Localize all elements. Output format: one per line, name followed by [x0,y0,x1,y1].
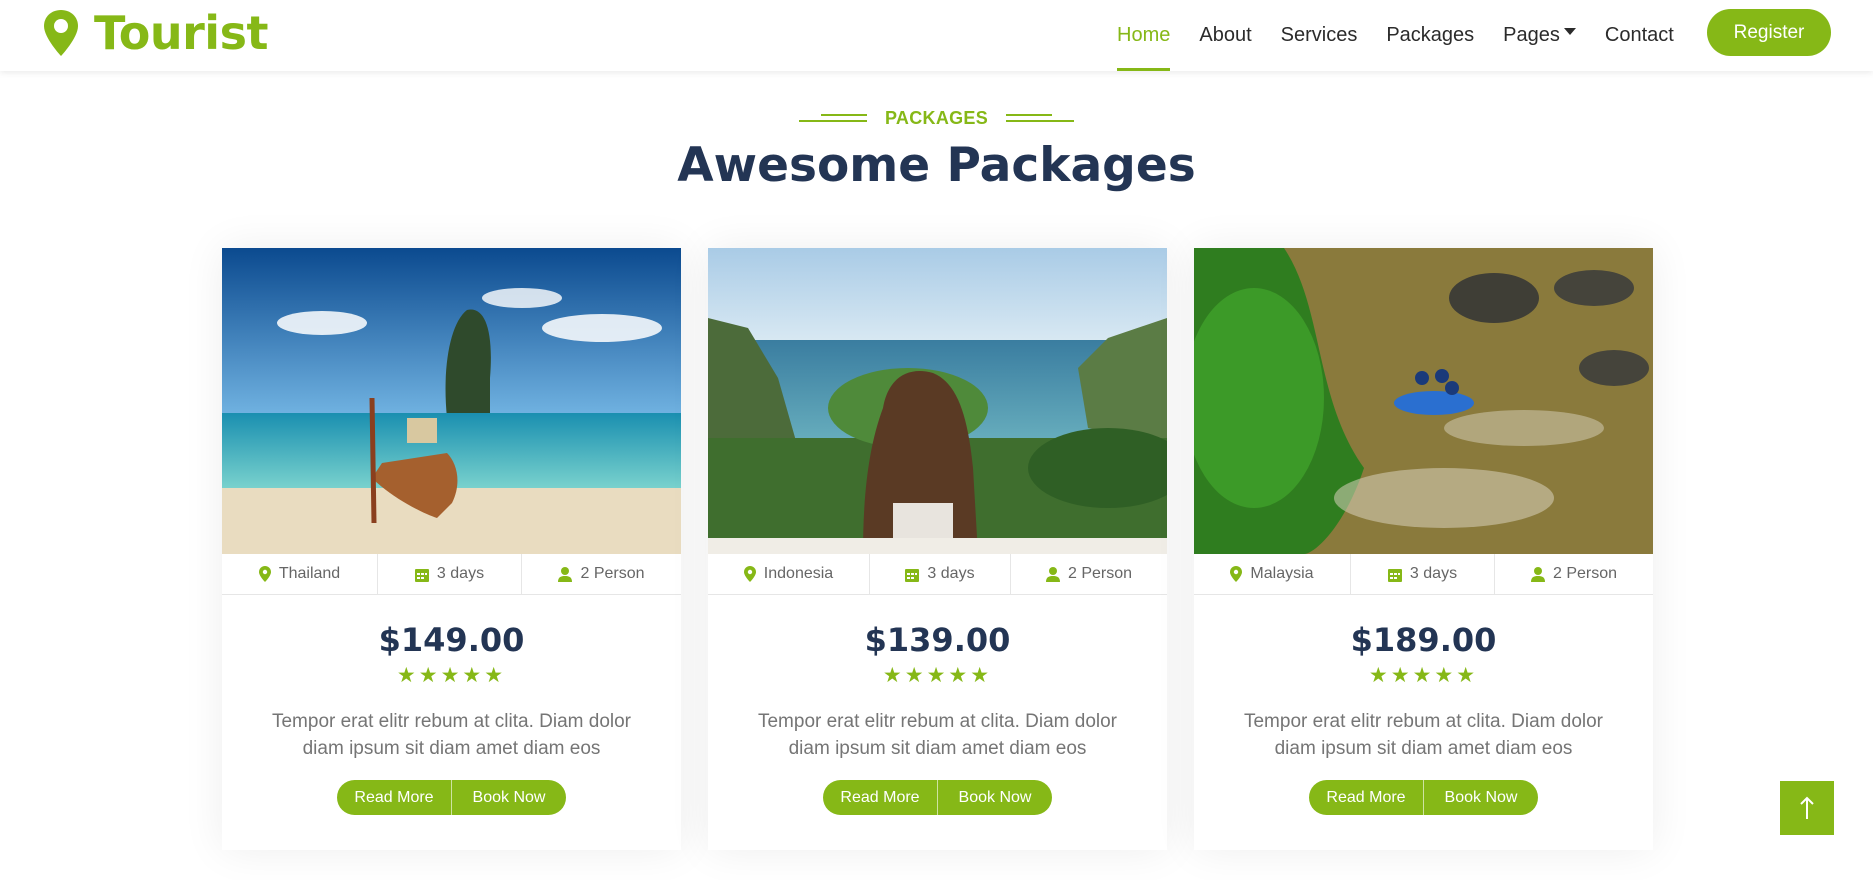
nav-services[interactable]: Services [1281,0,1358,71]
section-subtitle: PACKAGES [884,108,989,128]
subtitle-decoration-left [798,113,867,125]
package-price: $139.00 [864,621,1011,659]
map-marker-icon [743,566,756,582]
meta-duration: 3 days [870,554,1011,594]
package-description: Tempor erat elitr rebum at clita. Diam d… [1243,711,1603,759]
nav-contact[interactable]: Contact [1605,0,1674,71]
meta-duration-text: 3 days [927,565,975,582]
package-actions: Read More Book Now [1194,780,1653,815]
nav-pages-label: Pages [1503,24,1560,46]
brand-logo[interactable]: Tourist [42,6,268,60]
nav-home[interactable]: Home [1117,0,1171,71]
navbar: Tourist Home About Services Packages Pag… [0,0,1873,71]
read-more-button[interactable]: Read More [1309,780,1424,815]
meta-persons: 2 Person [1011,554,1167,594]
section-subtitle-row: PACKAGES [0,108,1873,129]
star-rating-icon: ★★★★★ [882,664,993,687]
meta-location: Malaysia [1194,554,1351,594]
package-card: Malaysia 3 days 2 Person $189.00 ★★★★★ T… [1194,248,1653,850]
read-more-button[interactable]: Read More [823,780,938,815]
meta-persons: 2 Person [1495,554,1653,594]
star-rating-icon: ★★★★★ [396,664,507,687]
nav-pages-dropdown[interactable]: Pages [1503,0,1576,71]
meta-persons-text: 2 Person [1067,565,1133,582]
package-image [708,248,1167,554]
meta-location-text: Indonesia [763,565,834,582]
package-meta: Thailand 3 days 2 Person [222,554,681,595]
star-rating-icon: ★★★★★ [1368,664,1479,687]
calendar-icon [414,568,429,582]
package-image [1194,248,1653,554]
book-now-button[interactable]: Book Now [452,780,566,815]
read-more-button[interactable]: Read More [337,780,452,815]
map-marker-icon [44,10,78,56]
map-marker-icon [258,566,271,582]
calendar-icon [1387,568,1402,582]
map-marker-icon [1230,566,1243,582]
section-title: Awesome Packages [677,138,1196,193]
meta-location: Indonesia [708,554,870,594]
package-actions: Read More Book Now [222,780,681,815]
package-card: Thailand 3 days 2 Person $149.00 ★★★★★ T… [222,248,681,850]
user-icon [1045,566,1060,582]
book-now-button[interactable]: Book Now [1424,780,1538,815]
user-icon [558,566,573,582]
caret-down-icon [1563,28,1576,35]
package-card: Indonesia 3 days 2 Person $139.00 ★★★★★ … [708,248,1167,850]
brand-name: Tourist [94,6,268,60]
package-price: $149.00 [378,621,525,659]
meta-persons-text: 2 Person [1552,565,1618,582]
subtitle-decoration-right [1006,113,1075,125]
package-image [222,248,681,554]
package-meta: Malaysia 3 days 2 Person [1194,554,1653,595]
register-button[interactable]: Register [1707,9,1831,56]
package-meta: Indonesia 3 days 2 Person [708,554,1167,595]
meta-location: Thailand [222,554,378,594]
back-to-top-button[interactable] [1780,781,1834,835]
meta-duration-text: 3 days [436,565,485,582]
package-price: $189.00 [1350,621,1497,659]
main-nav: Home About Services Packages Pages Conta… [1117,0,1703,71]
meta-duration: 3 days [1351,554,1495,594]
package-actions: Read More Book Now [708,780,1167,815]
meta-duration-text: 3 days [1409,565,1458,582]
meta-persons-text: 2 Person [580,565,645,582]
book-now-button[interactable]: Book Now [938,780,1052,815]
meta-location-text: Malaysia [1250,565,1314,582]
package-description: Tempor erat elitr rebum at clita. Diam d… [271,711,631,759]
nav-about[interactable]: About [1199,0,1251,71]
meta-location-text: Thailand [278,565,341,582]
calendar-icon [905,568,920,582]
nav-packages[interactable]: Packages [1386,0,1474,71]
user-icon [1530,566,1545,582]
arrow-up-icon [1800,796,1814,819]
meta-persons: 2 Person [522,554,681,594]
meta-duration: 3 days [378,554,522,594]
package-description: Tempor erat elitr rebum at clita. Diam d… [757,711,1117,759]
